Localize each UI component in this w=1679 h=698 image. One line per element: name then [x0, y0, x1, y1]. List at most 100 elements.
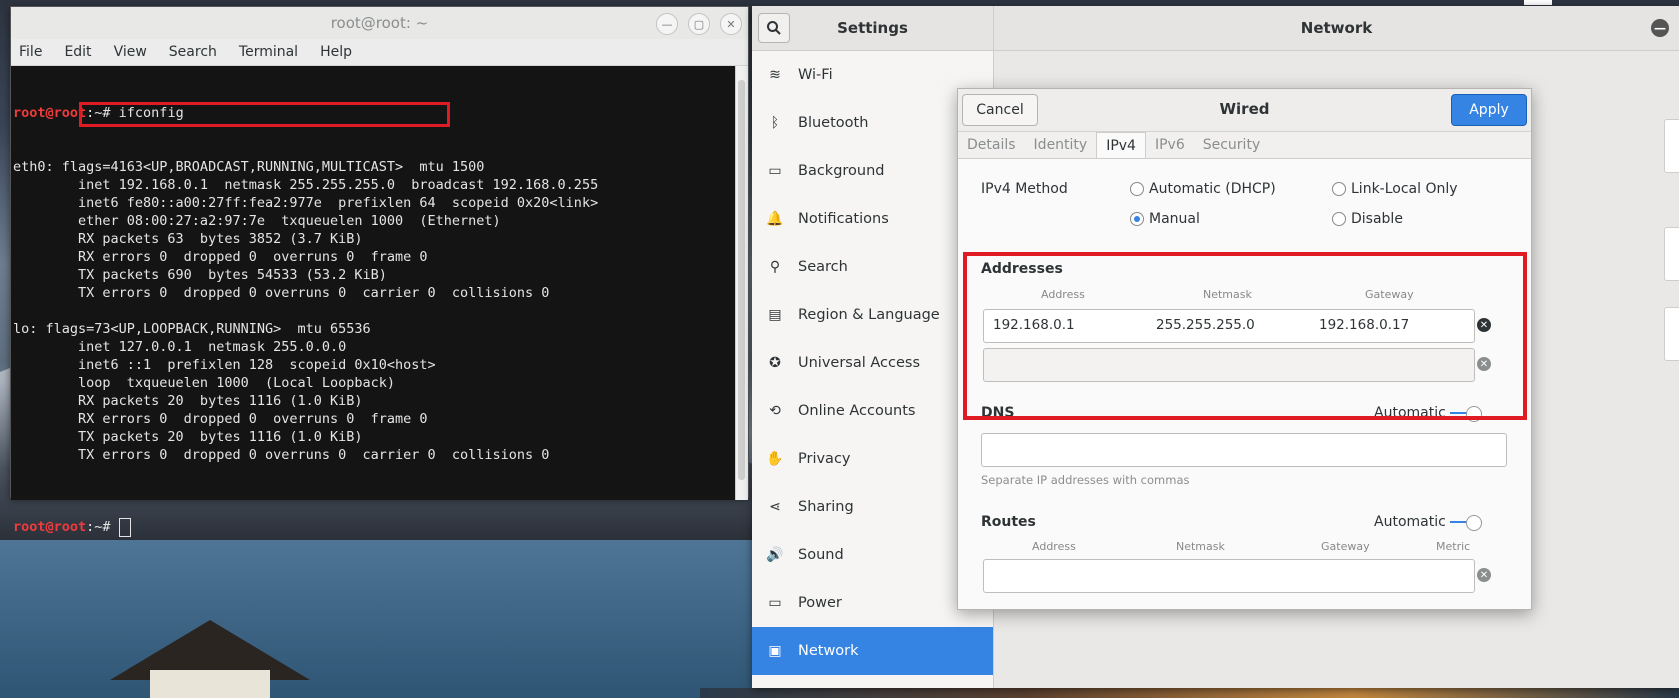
prompt: root@root: [13, 105, 87, 121]
terminal-output-line: RX errors 0 dropped 0 overruns 0 frame 0: [13, 411, 428, 427]
sidebar-item-label: Background: [798, 163, 885, 179]
power-icon: ▭: [768, 595, 782, 611]
sidebar-item-label: Power: [798, 595, 842, 611]
routes-heading: Routes: [981, 514, 1036, 530]
tab-details[interactable]: Details: [958, 132, 1025, 158]
terminal-scrollbar[interactable]: [735, 66, 748, 500]
radio-label: Disable: [1351, 211, 1403, 227]
terminal-output-line: TX packets 690 bytes 54533 (53.2 KiB): [13, 267, 387, 283]
terminal-output-line: inet 127.0.0.1 netmask 255.0.0.0: [13, 339, 347, 355]
terminal-output-line: RX packets 20 bytes 1116 (1.0 KiB): [13, 393, 363, 409]
sidebar-item-label: Network: [798, 643, 859, 659]
inet-highlight-box: [79, 102, 450, 127]
radio-label: Manual: [1149, 211, 1200, 227]
dialog-tabs: Details Identity IPv4 IPv6 Security: [958, 132, 1531, 159]
region-icon: ▤: [768, 307, 782, 323]
menu-edit[interactable]: Edit: [64, 44, 91, 60]
sidebar-item-label: Sound: [798, 547, 844, 563]
apply-button[interactable]: Apply: [1451, 94, 1527, 126]
sidebar-item-label: Sharing: [798, 499, 854, 515]
tab-ipv6[interactable]: IPv6: [1146, 132, 1194, 158]
menu-help[interactable]: Help: [320, 44, 352, 60]
routes-automatic-toggle[interactable]: [1450, 515, 1482, 531]
vpn-card: [1664, 227, 1679, 281]
sidebar-item-label: Online Accounts: [798, 403, 916, 419]
wallpaper-strip: [700, 688, 1679, 698]
radio-link-local[interactable]: Link-Local Only: [1332, 181, 1458, 197]
routes-col-address: Address: [1032, 540, 1076, 553]
sidebar-item-label: Universal Access: [798, 355, 921, 371]
wired-card: [1664, 119, 1679, 173]
dialog-header: Cancel Wired Apply: [958, 89, 1531, 132]
settings-close-button[interactable]: —: [1651, 19, 1669, 37]
remove-row-icon[interactable]: ✕: [1477, 568, 1491, 582]
panel-title: Network: [1300, 19, 1373, 37]
radio-manual[interactable]: Manual: [1130, 211, 1200, 227]
menu-file[interactable]: File: [19, 44, 42, 60]
prompt-suffix: :~#: [86, 519, 119, 535]
routes-automatic-label: Automatic: [1374, 514, 1446, 530]
menu-view[interactable]: View: [114, 44, 147, 60]
cancel-button[interactable]: Cancel: [962, 94, 1038, 126]
terminal-output-line: TX packets 20 bytes 1116 (1.0 KiB): [13, 429, 363, 445]
tab-ipv4[interactable]: IPv4: [1096, 132, 1146, 158]
terminal-output-line: eth0: flags=4163<UP,BROADCAST,RUNNING,MU…: [13, 159, 485, 175]
radio-disable[interactable]: Disable: [1332, 211, 1403, 227]
route-row[interactable]: ✕: [983, 559, 1491, 593]
sidebar-item-network[interactable]: ▣ Network: [752, 627, 993, 675]
tab-security[interactable]: Security: [1194, 132, 1270, 158]
tab-identity[interactable]: Identity: [1025, 132, 1097, 158]
maximize-button[interactable]: ▢: [688, 13, 710, 35]
terminal-output-line: ether 08:00:27:a2:97:7e txqueuelen 1000 …: [13, 213, 501, 229]
wifi-icon: ≋: [769, 67, 781, 83]
ipv4-method-label: IPv4 Method: [981, 181, 1068, 197]
addresses-highlight-box: [963, 252, 1527, 420]
terminal-window[interactable]: root@root: ~ — ▢ ✕ File Edit View Search…: [10, 6, 749, 537]
radio-indicator-selected: [1130, 212, 1144, 226]
radio-indicator: [1332, 182, 1346, 196]
menu-terminal[interactable]: Terminal: [239, 44, 298, 60]
sidebar-item-label: Wi-Fi: [798, 67, 833, 83]
radio-label: Link-Local Only: [1351, 181, 1458, 197]
terminal-titlebar[interactable]: root@root: ~ — ▢ ✕: [11, 7, 748, 39]
terminal-output-line: inet6 fe80::a00:27ff:fea2:977e prefixlen…: [13, 195, 599, 211]
wallpaper-house: [110, 620, 310, 698]
terminal-output-line: TX errors 0 dropped 0 overruns 0 carrier…: [13, 447, 550, 463]
sidebar-item-label: Region & Language: [798, 307, 940, 323]
top-panel-fragment: [1524, 0, 1552, 5]
search-icon: ⚲: [769, 259, 781, 275]
sidebar-item-label: Privacy: [798, 451, 851, 467]
terminal-output-line: lo: flags=73<UP,LOOPBACK,RUNNING> mtu 65…: [13, 321, 371, 337]
routes-col-netmask: Netmask: [1176, 540, 1225, 553]
routes-col-metric: Metric: [1436, 540, 1471, 553]
sidebar-item-label: Search: [798, 259, 848, 275]
dns-hint: Separate IP addresses with commas: [981, 473, 1190, 487]
menu-search[interactable]: Search: [169, 44, 217, 60]
radio-label: Automatic (DHCP): [1149, 181, 1276, 197]
terminal-output-line: TX errors 0 dropped 0 overruns 0 carrier…: [13, 285, 550, 301]
bell-icon: 🔔: [766, 211, 784, 227]
sidebar-item-label: Notifications: [798, 211, 889, 227]
proxy-card: [1664, 307, 1679, 361]
online-accounts-icon: ⟲: [769, 403, 781, 419]
dns-input[interactable]: [981, 433, 1507, 467]
routes-col-gateway: Gateway: [1321, 540, 1370, 553]
terminal-output[interactable]: root@root:~# ifconfig eth0: flags=4163<U…: [11, 66, 748, 537]
terminal-output-line: inet 192.168.0.1 netmask 255.255.255.0 b…: [13, 177, 599, 193]
background-icon: ▭: [768, 163, 782, 179]
settings-search-button[interactable]: [758, 13, 790, 43]
search-icon: [767, 21, 781, 35]
terminal-output-line: RX packets 63 bytes 3852 (3.7 KiB): [13, 231, 363, 247]
close-button[interactable]: ✕: [720, 13, 742, 35]
network-icon: ▣: [768, 643, 782, 659]
terminal-output-line: inet6 ::1 prefixlen 128 scopeid 0x10<hos…: [13, 357, 436, 373]
minimize-button[interactable]: —: [656, 13, 678, 35]
terminal-title: root@root: ~: [330, 14, 429, 32]
bluetooth-icon: ᛒ: [770, 115, 780, 131]
active-prompt-line: root@root:~#: [13, 518, 748, 537]
dialog-title: Wired: [1219, 100, 1270, 118]
radio-automatic-dhcp[interactable]: Automatic (DHCP): [1130, 181, 1276, 197]
sidebar-item-label: Bluetooth: [798, 115, 869, 131]
